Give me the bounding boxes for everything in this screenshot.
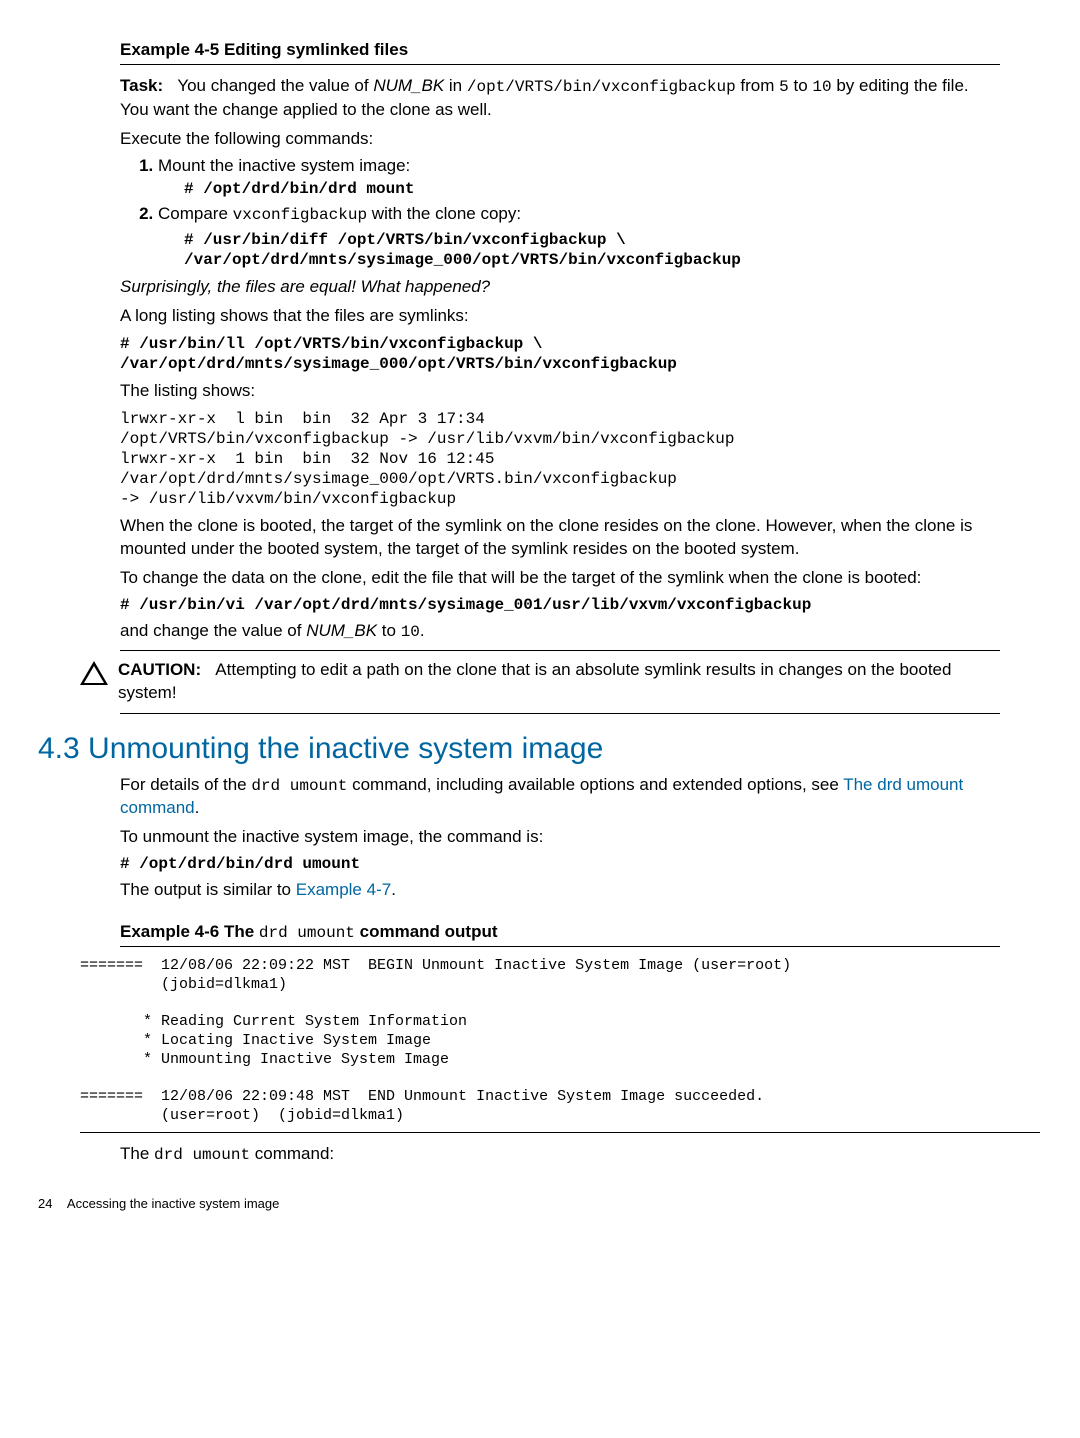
step-2-inline-code: vxconfigbackup [233,206,367,224]
divider [120,650,1000,651]
text: command: [250,1144,334,1163]
code-value: 10 [401,623,420,641]
ll-command: # /usr/bin/ll /opt/VRTS/bin/vxconfigback… [120,334,1000,374]
text: and change the value of [120,621,306,640]
listing-shows-text: The listing shows: [120,380,1000,403]
caution-text: CAUTION: Attempting to edit a path on th… [118,659,1000,705]
footer-section: Accessing the inactive system image [67,1196,279,1211]
surprising-text: Surprisingly, the files are equal! What … [120,276,1000,299]
steps-list: Mount the inactive system image: # /opt/… [138,156,1000,270]
code-cmd: drd umount [259,924,355,942]
to-change-text: To change the data on the clone, edit th… [120,567,1000,590]
umount-command: # /opt/drd/bin/drd umount [120,855,1000,873]
code-value: 5 [779,78,789,96]
text: command, including available options and… [347,775,843,794]
var-num-bk: NUM_BK [306,621,377,640]
step-1-text: Mount the inactive system image: [158,156,410,175]
section-4-3-p2: To unmount the inactive system image, th… [120,826,1000,849]
text: The [120,1144,154,1163]
page-footer: 24 Accessing the inactive system image [38,1196,1000,1211]
page-number: 24 [38,1196,52,1211]
code-cmd: drd umount [154,1146,250,1164]
divider [120,946,1000,947]
caution-label: CAUTION: [118,660,201,679]
and-change-text: and change the value of NUM_BK to 10. [120,620,1000,644]
step-2: Compare vxconfigbackup with the clone co… [158,204,1000,270]
caution-body: Attempting to edit a path on the clone t… [118,660,951,702]
divider [120,64,1000,65]
step-2-post: with the clone copy: [367,204,521,223]
task-paragraph: Task: You changed the value of NUM_BK in… [120,75,1000,122]
step-2-code: # /usr/bin/diff /opt/VRTS/bin/vxconfigba… [184,230,1000,270]
when-clone-text: When the clone is booted, the target of … [120,515,1000,561]
text: to [377,621,401,640]
text: The output is similar to [120,880,296,899]
text: Example 4-6 The [120,922,259,941]
code-path: /opt/VRTS/bin/vxconfigbackup [467,78,736,96]
example-4-6-title: Example 4-6 The drd umount command outpu… [120,922,1000,942]
section-4-3-p3: The output is similar to Example 4-7. [120,879,1000,902]
text: . [195,798,200,817]
vi-command: # /usr/bin/vi /var/opt/drd/mnts/sysimage… [120,596,1000,614]
text: command output [355,922,498,941]
caution-block: CAUTION: Attempting to edit a path on th… [120,659,1000,705]
step-1: Mount the inactive system image: # /opt/… [158,156,1000,198]
example-4-5-title: Example 4-5 Editing symlinked files [120,40,1000,60]
long-listing-text: A long listing shows that the files are … [120,305,1000,328]
trailing-text: The drd umount command: [120,1143,1000,1167]
link-example-4-7[interactable]: Example 4-7 [296,880,391,899]
section-4-3-p1: For details of the drd umount command, i… [120,774,1000,821]
example-4-6-output: ======= 12/08/06 22:09:22 MST BEGIN Unmo… [80,957,1040,1126]
divider [80,1132,1040,1133]
text: in [444,76,467,95]
step-1-code: # /opt/drd/bin/drd mount [184,180,1000,198]
step-2-pre: Compare [158,204,233,223]
section-4-3-heading: 4.3 Unmounting the inactive system image [38,732,1000,766]
text: You changed the value of [177,76,373,95]
listing-output: lrwxr-xr-x l bin bin 32 Apr 3 17:34 /opt… [120,409,1000,509]
var-num-bk: NUM_BK [373,76,444,95]
text: from [736,76,779,95]
code-value: 10 [812,78,831,96]
text: to [789,76,813,95]
text: . [420,621,425,640]
code-cmd: drd umount [251,777,347,795]
divider [120,713,1000,714]
text: For details of the [120,775,251,794]
text: . [391,880,396,899]
caution-icon [80,661,108,685]
execute-text: Execute the following commands: [120,128,1000,151]
task-label: Task: [120,76,163,95]
